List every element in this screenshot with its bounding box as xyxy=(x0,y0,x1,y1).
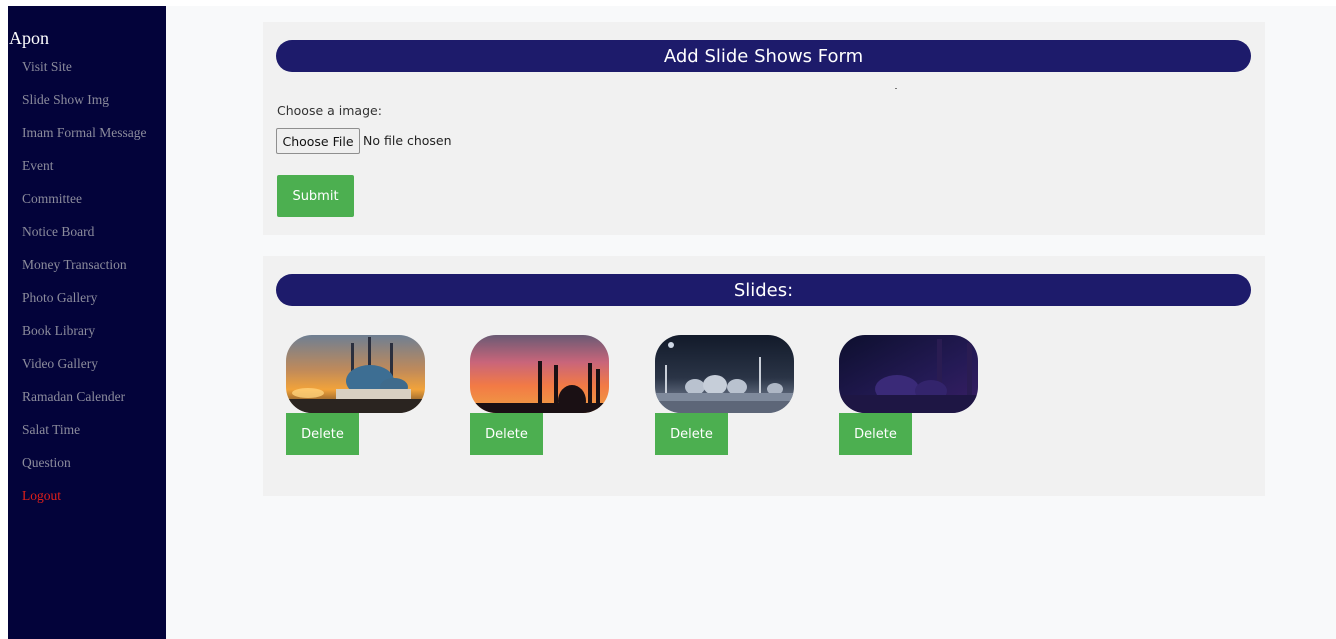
sidebar: Apon Visit Site Slide Show Img Imam Form… xyxy=(8,6,166,639)
file-status-text: No file chosen xyxy=(363,133,452,148)
form-title: Add Slide Shows Form xyxy=(276,40,1251,72)
slide-thumbnail xyxy=(839,335,978,413)
slides-card: Slides: Delete Delete Delete Delete xyxy=(263,256,1265,496)
choose-file-button[interactable]: Choose File xyxy=(276,128,360,154)
sidebar-item-committee[interactable]: Committee xyxy=(22,191,82,207)
choose-image-label: Choose a image: xyxy=(277,103,382,118)
sidebar-item-slide-show-img[interactable]: Slide Show Img xyxy=(22,92,109,108)
submit-button[interactable]: Submit xyxy=(277,175,354,217)
delete-slide-button[interactable]: Delete xyxy=(839,413,912,455)
sidebar-item-ramadan-calender[interactable]: Ramadan Calender xyxy=(22,389,125,405)
sidebar-item-money-transaction[interactable]: Money Transaction xyxy=(22,257,127,273)
slide-thumbnail xyxy=(286,335,425,413)
sidebar-item-salat-time[interactable]: Salat Time xyxy=(22,422,80,438)
brand-title: Apon xyxy=(9,28,49,48)
delete-slide-button[interactable]: Delete xyxy=(655,413,728,455)
sidebar-item-event[interactable]: Event xyxy=(22,158,54,174)
slide-thumbnail xyxy=(655,335,794,413)
sidebar-item-visit-site[interactable]: Visit Site xyxy=(22,59,72,75)
sidebar-item-video-gallery[interactable]: Video Gallery xyxy=(22,356,98,372)
delete-slide-button[interactable]: Delete xyxy=(286,413,359,455)
delete-slide-button[interactable]: Delete xyxy=(470,413,543,455)
sidebar-item-photo-gallery[interactable]: Photo Gallery xyxy=(22,290,97,306)
divider-dot xyxy=(895,88,897,89)
add-slide-form-card: Add Slide Shows Form Choose a image: Cho… xyxy=(263,22,1265,235)
slide-thumbnail xyxy=(470,335,609,413)
slides-title: Slides: xyxy=(276,274,1251,306)
sidebar-item-book-library[interactable]: Book Library xyxy=(22,323,95,339)
sidebar-item-notice-board[interactable]: Notice Board xyxy=(22,224,94,240)
sidebar-item-logout[interactable]: Logout xyxy=(22,488,61,504)
sidebar-item-question[interactable]: Question xyxy=(22,455,71,471)
sidebar-item-imam-formal-message[interactable]: Imam Formal Message xyxy=(22,125,146,141)
